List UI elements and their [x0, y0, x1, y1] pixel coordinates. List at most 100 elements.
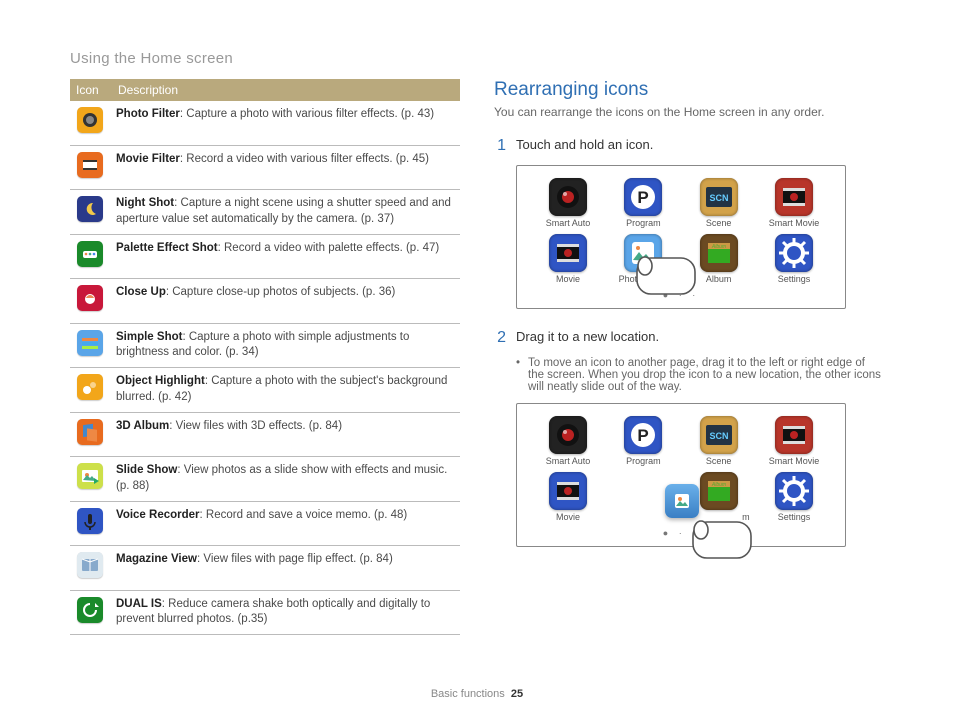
step-2-text: Drag it to a new location. — [516, 329, 659, 347]
voice-recorder-icon — [70, 501, 112, 546]
home-icon-label: Settings — [763, 512, 825, 522]
home-icon-program[interactable]: P Program — [612, 178, 674, 228]
smart-movie-icon — [775, 178, 813, 216]
home-icon-label: Smart Auto — [537, 456, 599, 466]
smart-auto-icon — [549, 178, 587, 216]
home-icon-label: Movie — [537, 274, 599, 284]
th-icon: Icon — [70, 79, 112, 101]
home-icon-scene[interactable]: SCN Scene — [688, 416, 750, 466]
photo-editor-drag-icon — [624, 472, 662, 510]
description-cell: Voice Recorder: Record and save a voice … — [112, 501, 460, 546]
home-icon-settings[interactable]: Settings — [763, 234, 825, 284]
description-cell: Close Up: Capture close-up photos of sub… — [112, 279, 460, 324]
table-row: Magazine View: View files with page flip… — [70, 546, 460, 591]
home-icon-label: Scene — [688, 456, 750, 466]
home-icon-smart-auto[interactable]: Smart Auto — [537, 178, 599, 228]
table-row: Slide Show: View photos as a slide show … — [70, 457, 460, 502]
settings-icon — [775, 472, 813, 510]
table-row: Voice Recorder: Record and save a voice … — [70, 501, 460, 546]
step-1-number: 1 — [494, 137, 506, 155]
table-row: DUAL IS: Reduce camera shake both optica… — [70, 590, 460, 635]
icon-description-table: Icon Description Photo Filter: Capture a… — [70, 79, 460, 635]
finger-pointer-icon — [635, 248, 705, 308]
dual-is-icon — [70, 590, 112, 635]
home-icon-label: Scene — [688, 218, 750, 228]
bullet-dot-icon: • — [516, 357, 520, 393]
section-header: Using the Home screen — [70, 50, 884, 67]
step-2-number: 2 — [494, 329, 506, 347]
settings-icon — [775, 234, 813, 272]
home-icon-smart-movie[interactable]: Smart Movie — [763, 178, 825, 228]
page-footer: Basic functions 25 — [0, 688, 954, 700]
rearranging-title: Rearranging icons — [494, 79, 884, 101]
album-icon: Album — [700, 234, 738, 272]
svg-text:Album: Album — [711, 482, 726, 488]
svg-text:P: P — [638, 426, 649, 445]
rearranging-lede: You can rearrange the icons on the Home … — [494, 105, 884, 119]
night-shot-icon — [70, 190, 112, 235]
demo-screen-1: Smart Auto P Program SCN Scene Smart Movie Mo… — [516, 165, 846, 309]
home-icon-smart-auto[interactable]: Smart Auto — [537, 416, 599, 466]
home-icon-scene[interactable]: SCN Scene — [688, 178, 750, 228]
description-cell: Movie Filter: Record a video with variou… — [112, 145, 460, 190]
smart-auto-icon — [549, 416, 587, 454]
finger-pointer-icon — [691, 512, 761, 572]
description-cell: Object Highlight: Capture a photo with t… — [112, 368, 460, 413]
object-highlight-icon — [70, 368, 112, 413]
home-icon-program[interactable]: P Program — [612, 416, 674, 466]
magazine-view-icon — [70, 546, 112, 591]
description-cell: Palette Effect Shot: Record a video with… — [112, 234, 460, 279]
description-cell: Night Shot: Capture a night scene using … — [112, 190, 460, 235]
home-icon-label: Smart Auto — [537, 218, 599, 228]
table-row: Object Highlight: Capture a photo with t… — [70, 368, 460, 413]
svg-text:P: P — [638, 188, 649, 207]
palette-icon — [70, 234, 112, 279]
home-icon-label: Smart Movie — [763, 456, 825, 466]
description-cell: Magazine View: View files with page flip… — [112, 546, 460, 591]
table-row: Photo Filter: Capture a photo with vario… — [70, 101, 460, 145]
svg-text:SCN: SCN — [709, 193, 728, 203]
th-desc: Description — [112, 79, 460, 101]
album-icon: Album — [700, 472, 738, 510]
table-row: Close Up: Capture close-up photos of sub… — [70, 279, 460, 324]
table-row: Movie Filter: Record a video with variou… — [70, 145, 460, 190]
description-cell: Slide Show: View photos as a slide show … — [112, 457, 460, 502]
table-row: Simple Shot: Capture a photo with simple… — [70, 323, 460, 368]
simple-shot-icon — [70, 323, 112, 368]
smart-movie-icon — [775, 416, 813, 454]
movie-filter-icon — [70, 145, 112, 190]
step-1-text: Touch and hold an icon. — [516, 137, 653, 155]
home-icon-label: Settings — [763, 274, 825, 284]
slide-show-icon — [70, 457, 112, 502]
description-cell: DUAL IS: Reduce camera shake both optica… — [112, 590, 460, 635]
home-icon-movie[interactable]: Movie — [537, 234, 599, 284]
description-cell: Photo Filter: Capture a photo with vario… — [112, 101, 460, 145]
movie-icon — [549, 472, 587, 510]
close-up-icon — [70, 279, 112, 324]
table-row: Palette Effect Shot: Record a video with… — [70, 234, 460, 279]
home-icon-smart-movie[interactable]: Smart Movie — [763, 416, 825, 466]
pager-dots: ● · · — [537, 528, 825, 538]
bullet-text: To move an icon to another page, drag it… — [528, 357, 884, 393]
demo-screen-2: Smart Auto P Program SCN Scene Smart Movie Mo… — [516, 403, 846, 547]
home-icon-label: Movie — [537, 512, 599, 522]
table-row: Night Shot: Capture a night scene using … — [70, 190, 460, 235]
scene-icon: SCN — [700, 178, 738, 216]
home-icon-label: Program — [612, 218, 674, 228]
description-cell: Simple Shot: Capture a photo with simple… — [112, 323, 460, 368]
photo-filter-icon — [70, 101, 112, 145]
program-icon: P — [624, 178, 662, 216]
home-icon-movie[interactable]: Movie — [537, 472, 599, 522]
program-icon: P — [624, 416, 662, 454]
home-icon-label: Smart Movie — [763, 218, 825, 228]
dragged-icon — [665, 484, 699, 518]
album-3d-icon — [70, 412, 112, 457]
scene-icon: SCN — [700, 416, 738, 454]
svg-text:SCN: SCN — [709, 431, 728, 441]
table-row: 3D Album: View files with 3D effects. (p… — [70, 412, 460, 457]
movie-icon — [549, 234, 587, 272]
description-cell: 3D Album: View files with 3D effects. (p… — [112, 412, 460, 457]
home-icon-settings[interactable]: Settings — [763, 472, 825, 522]
svg-text:Album: Album — [711, 244, 726, 250]
home-icon-label: Program — [612, 456, 674, 466]
